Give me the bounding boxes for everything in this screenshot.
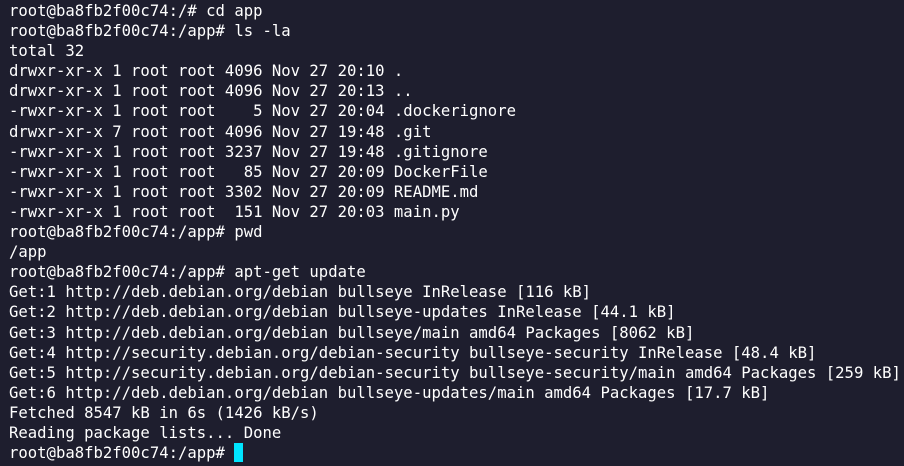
- terminal-line: -rwxr-xr-x 1 root root 3302 Nov 27 20:09…: [9, 182, 479, 201]
- terminal-line: drwxr-xr-x 1 root root 4096 Nov 27 20:13…: [9, 82, 413, 101]
- terminal-prompt: root@ba8fb2f00c74:/app#: [9, 444, 235, 463]
- terminal-line: /app: [9, 243, 47, 262]
- terminal-line: -rwxr-xr-x 1 root root 151 Nov 27 20:03 …: [9, 202, 460, 221]
- terminal-line: Get:5 http://security.debian.org/debian-…: [9, 363, 901, 382]
- terminal-line: Reading package lists... Done: [9, 423, 282, 442]
- terminal-line: root@ba8fb2f00c74:/app# apt-get update: [9, 263, 366, 282]
- terminal-line: root@ba8fb2f00c74:/app# ls -la: [9, 22, 291, 41]
- terminal-line: Get:4 http://security.debian.org/debian-…: [9, 343, 817, 362]
- terminal-window[interactable]: root@ba8fb2f00c74:/# cd app root@ba8fb2f0…: [0, 0, 904, 466]
- terminal-line: -rwxr-xr-x 1 root root 3237 Nov 27 19:48…: [9, 142, 488, 161]
- terminal-line: Get:6 http://deb.debian.org/debian bulls…: [9, 383, 770, 402]
- terminal-line: Get:3 http://deb.debian.org/debian bulls…: [9, 323, 695, 342]
- terminal-line: total 32: [9, 42, 85, 61]
- terminal-line: Get:2 http://deb.debian.org/debian bulls…: [9, 303, 676, 322]
- terminal-line: Get:1 http://deb.debian.org/debian bulls…: [9, 283, 592, 302]
- terminal-line: -rwxr-xr-x 1 root root 85 Nov 27 20:09 D…: [9, 162, 488, 181]
- terminal-line: -rwxr-xr-x 1 root root 5 Nov 27 20:04 .d…: [9, 102, 516, 121]
- terminal-output: root@ba8fb2f00c74:/# cd app root@ba8fb2f0…: [9, 1, 904, 443]
- terminal-line: root@ba8fb2f00c74:/app# pwd: [9, 223, 263, 242]
- terminal-line: drwxr-xr-x 1 root root 4096 Nov 27 20:10…: [9, 62, 404, 81]
- terminal-prompt-line[interactable]: root@ba8fb2f00c74:/app#: [9, 443, 904, 463]
- terminal-line: drwxr-xr-x 7 root root 4096 Nov 27 19:48…: [9, 122, 432, 141]
- terminal-line: root@ba8fb2f00c74:/# cd app: [9, 2, 263, 20]
- terminal-cursor: [234, 443, 244, 463]
- terminal-line: Fetched 8547 kB in 6s (1426 kB/s): [9, 403, 319, 422]
